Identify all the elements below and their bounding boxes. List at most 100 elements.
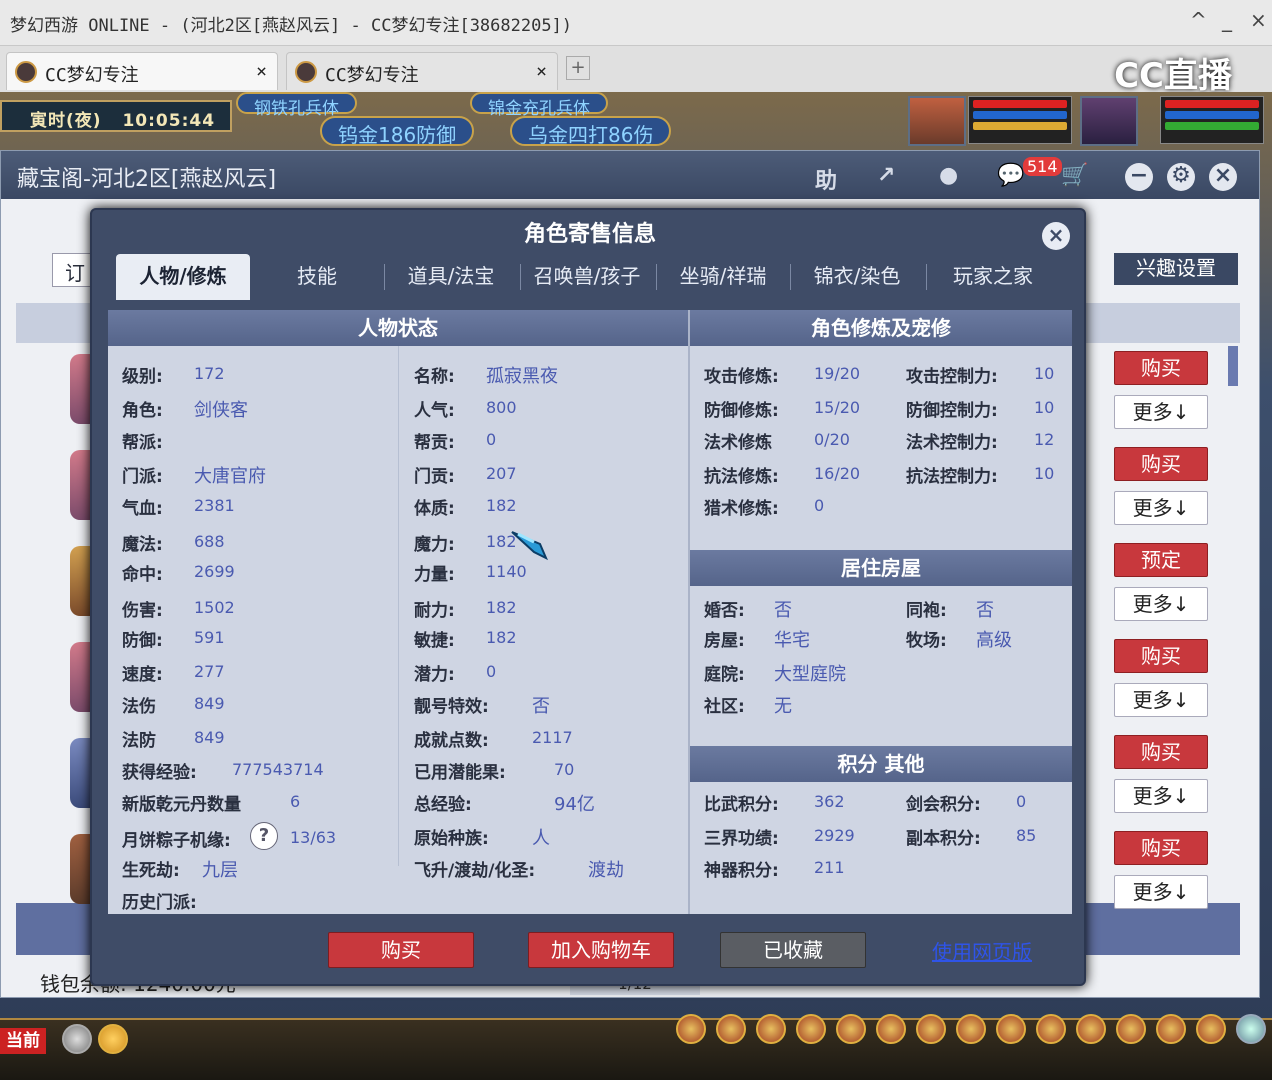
avatar-icon	[295, 61, 317, 83]
tab-close-icon[interactable]: ×	[536, 61, 547, 82]
stat-value: 0	[486, 662, 497, 681]
buy-button[interactable]: 购买	[1114, 351, 1208, 385]
tab-skills[interactable]: 技能	[252, 254, 382, 300]
help-question-icon[interactable]: ?	[250, 822, 278, 850]
collapse-icon[interactable]: ^	[1190, 8, 1207, 32]
achievement-icon[interactable]	[1076, 1014, 1106, 1044]
stat-label: 魔力:	[414, 535, 455, 555]
quest-icon[interactable]	[916, 1014, 946, 1044]
dialog-close-icon[interactable]: ×	[1042, 222, 1070, 250]
column-divider	[688, 310, 690, 914]
trade-icon[interactable]	[796, 1014, 826, 1044]
store-title: 藏宝阁-河北2区[燕赵风云]	[17, 167, 277, 192]
tab-items[interactable]: 道具/法宝	[386, 254, 516, 300]
house-value: 无	[774, 696, 792, 717]
buy-button[interactable]: 购买	[1114, 447, 1208, 481]
microphone-icon[interactable]	[62, 1024, 92, 1054]
team-icon[interactable]	[836, 1014, 866, 1044]
pet-icon[interactable]	[876, 1014, 906, 1044]
stat-label: 门贡:	[414, 467, 455, 487]
stat-value: 剑侠客	[194, 400, 248, 421]
tab-separator	[656, 264, 657, 290]
section-header-status: 人物状态	[108, 310, 688, 346]
stat-label: 帮贡:	[414, 433, 455, 453]
use-web-version-link[interactable]: 使用网页版	[932, 936, 1032, 965]
give-icon[interactable]	[756, 1014, 786, 1044]
order-button[interactable]: 订	[52, 253, 92, 287]
game-banner: 钨金186防御	[320, 116, 475, 147]
share-icon[interactable]: ↗	[877, 163, 895, 188]
stat-label: 靓号特效:	[414, 697, 489, 717]
notice-icon[interactable]	[1116, 1014, 1146, 1044]
browser-tab[interactable]: CC梦幻专注 ×	[6, 52, 278, 90]
stat-label: 角色:	[122, 401, 163, 421]
more-button[interactable]: 更多↓	[1114, 779, 1208, 813]
cart-icon[interactable]: 🛒	[1061, 163, 1088, 188]
new-tab-button[interactable]: +	[566, 56, 590, 80]
close-icon[interactable]: ×	[1250, 8, 1267, 32]
skill-icon[interactable]	[996, 1014, 1026, 1044]
computer-icon[interactable]	[1236, 1014, 1266, 1044]
channel-now-button[interactable]: 当前	[0, 1028, 46, 1054]
tab-player-home[interactable]: 玩家之家	[928, 254, 1058, 300]
record-icon[interactable]: ●	[939, 163, 958, 188]
minimize-icon[interactable]: −	[1125, 163, 1153, 191]
tab-mounts[interactable]: 坐骑/祥瑞	[658, 254, 788, 300]
buy-button[interactable]: 购买	[1114, 735, 1208, 769]
stat-label: 月饼粽子机缘:	[122, 831, 231, 851]
points-label: 副本积分:	[906, 829, 981, 849]
column-divider	[398, 346, 399, 866]
control-value: 10	[1034, 398, 1055, 417]
more-button[interactable]: 更多↓	[1114, 395, 1208, 429]
cultivation-label: 猎术修炼:	[704, 499, 779, 519]
attack-icon[interactable]	[676, 1014, 706, 1044]
favorited-button[interactable]: 已收藏	[720, 932, 866, 968]
more-button[interactable]: 更多↓	[1114, 875, 1208, 909]
buy-button[interactable]: 购买	[1114, 831, 1208, 865]
character-portrait[interactable]	[908, 96, 966, 146]
stat-label: 历史门派:	[122, 893, 197, 913]
reserve-button[interactable]: 预定	[1114, 543, 1208, 577]
tab-close-icon[interactable]: ×	[256, 61, 267, 82]
emoji-icon[interactable]	[98, 1024, 128, 1054]
stat-value: 九层	[202, 860, 238, 881]
house-label: 牧场:	[906, 631, 947, 651]
friend-icon[interactable]	[1036, 1014, 1066, 1044]
buy-button[interactable]: 购买	[328, 932, 474, 968]
game-banner: 锦金充孔兵体	[470, 92, 608, 119]
more-button[interactable]: 更多↓	[1114, 587, 1208, 621]
tab-separator	[926, 264, 927, 290]
browser-tab[interactable]: CC梦幻专注 ×	[286, 52, 558, 90]
smile-icon[interactable]	[1156, 1014, 1186, 1044]
item-icon[interactable]	[716, 1014, 746, 1044]
system-icon[interactable]	[1196, 1014, 1226, 1044]
more-button[interactable]: 更多↓	[1114, 683, 1208, 717]
stat-value: 182	[486, 628, 517, 647]
tab-outfits[interactable]: 锦衣/染色	[792, 254, 922, 300]
avatar-icon	[15, 61, 37, 83]
message-icon[interactable]: 💬	[997, 163, 1024, 188]
close-icon[interactable]: ×	[1209, 163, 1237, 191]
cultivation-value: 15/20	[814, 398, 861, 417]
pet-portrait[interactable]	[1080, 96, 1138, 146]
stat-label: 帮派:	[122, 433, 163, 453]
more-button[interactable]: 更多↓	[1114, 491, 1208, 525]
interest-settings-button[interactable]: 兴趣设置	[1114, 253, 1238, 285]
guild-icon[interactable]	[956, 1014, 986, 1044]
minimize-icon[interactable]: _	[1222, 8, 1232, 32]
add-to-cart-button[interactable]: 加入购物车	[528, 932, 674, 968]
stat-label: 敏捷:	[414, 631, 455, 651]
time-value: 10:05:44	[122, 111, 216, 131]
tab-summons[interactable]: 召唤兽/孩子	[522, 254, 652, 300]
cultivation-label: 抗法修炼:	[704, 467, 779, 487]
tab-separator	[520, 264, 521, 290]
stat-value: 94亿	[554, 794, 595, 815]
scrollbar-thumb[interactable]	[1228, 346, 1238, 386]
settings-icon[interactable]: ⚙	[1167, 163, 1195, 191]
house-label: 房屋:	[704, 631, 745, 651]
help-icon[interactable]: 助	[815, 163, 837, 195]
points-value: 211	[814, 858, 845, 877]
points-label: 三界功绩:	[704, 829, 779, 849]
tab-character-cultivation[interactable]: 人物/修炼	[116, 254, 250, 300]
buy-button[interactable]: 购买	[1114, 639, 1208, 673]
